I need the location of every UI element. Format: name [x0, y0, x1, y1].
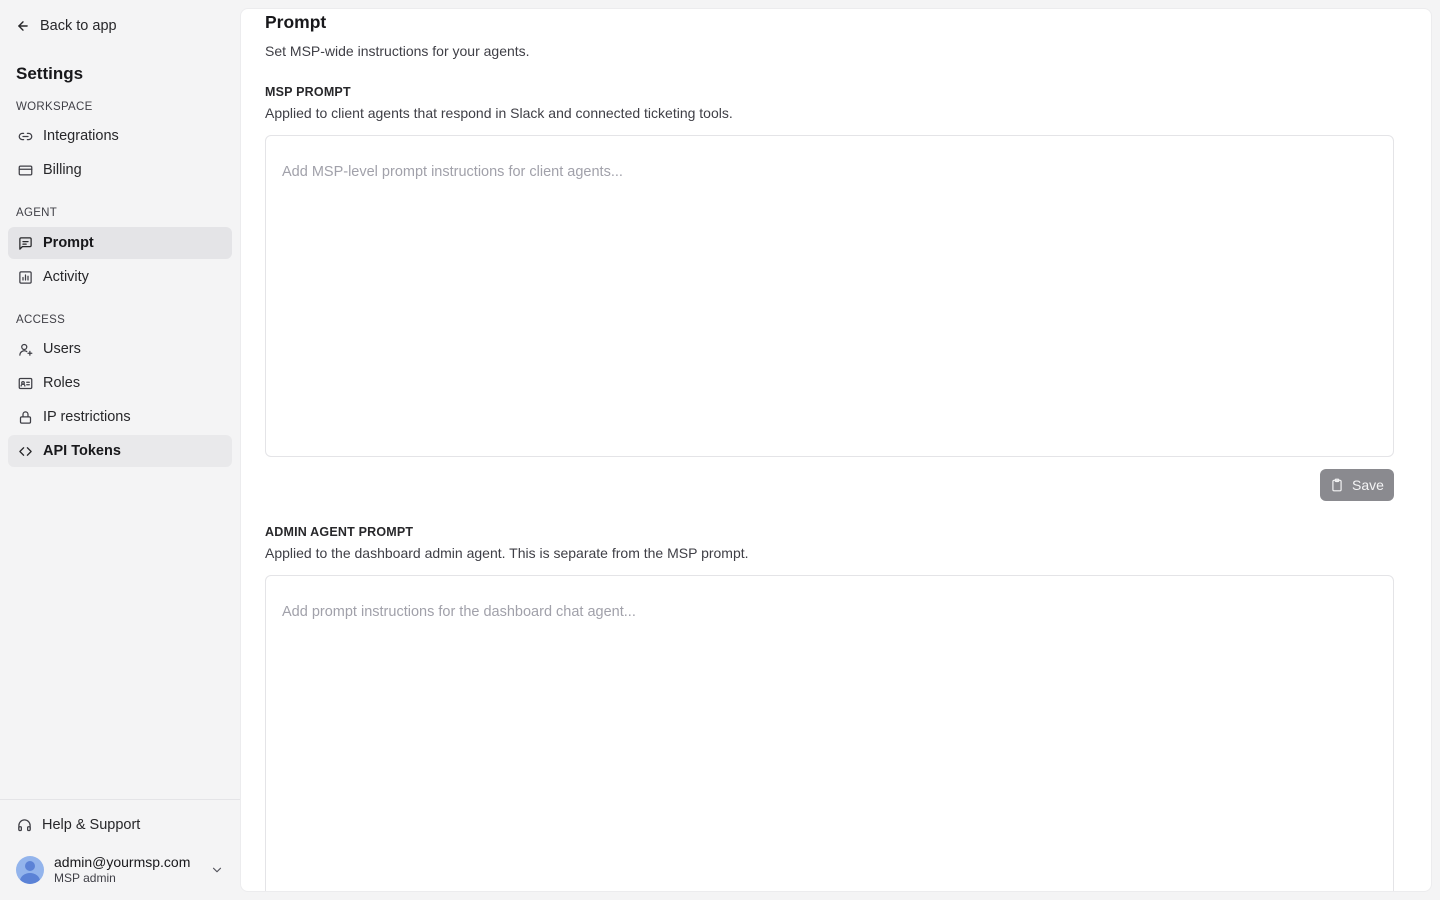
back-to-app-label: Back to app: [40, 18, 117, 34]
user-plus-icon: [17, 341, 33, 357]
save-button[interactable]: Save: [1320, 469, 1394, 501]
headphones-icon: [18, 818, 31, 831]
page-title: Prompt: [265, 12, 327, 32]
sidebar-item-ip-restrictions[interactable]: IP restrictions: [8, 401, 232, 433]
msp-prompt-label: MSP PROMPT: [265, 85, 351, 99]
sidebar-item-integrations[interactable]: Integrations: [8, 120, 232, 152]
id-card-icon: [17, 375, 33, 391]
settings-sidebar: Back to app Settings WORKSPACE Integrati…: [0, 0, 240, 900]
clipboard-icon: [1332, 478, 1342, 492]
sidebar-item-label: Users: [43, 341, 81, 357]
sidebar-item-roles[interactable]: Roles: [8, 367, 232, 399]
sidebar-item-label: Billing: [43, 162, 82, 178]
back-to-app-link[interactable]: Back to app: [16, 15, 117, 37]
admin-prompt-description: Applied to the dashboard admin agent. Th…: [265, 545, 749, 561]
chart-icon: [17, 269, 33, 285]
sidebar-item-label: Prompt: [43, 235, 94, 251]
sidebar-item-api-tokens[interactable]: API Tokens: [8, 435, 232, 467]
avatar: [16, 856, 44, 884]
sidebar-item-billing[interactable]: Billing: [8, 154, 232, 186]
admin-prompt-textarea[interactable]: [265, 575, 1394, 891]
sidebar-item-label: Roles: [43, 375, 81, 391]
sidebar-title: Settings: [16, 64, 84, 83]
help-support-label: Help & Support: [42, 817, 141, 833]
link-icon: [17, 128, 33, 144]
lock-icon: [17, 409, 33, 425]
message-square-icon: [17, 235, 33, 251]
msp-prompt-textarea[interactable]: [265, 135, 1394, 457]
section-label-agent: AGENT: [16, 207, 58, 219]
sidebar-item-label: Activity: [43, 269, 89, 285]
sidebar-item-users[interactable]: Users: [8, 333, 232, 365]
user-menu[interactable]: admin@yourmsp.com MSP admin: [8, 848, 232, 892]
sidebar-footer: Help & Support admin@yourmsp.com MSP adm…: [0, 799, 240, 900]
save-button-label: Save: [1352, 477, 1384, 493]
chevron-down-icon: [212, 867, 222, 873]
user-email: admin@yourmsp.com: [54, 854, 191, 870]
section-label-workspace: WORKSPACE: [16, 101, 93, 113]
msp-prompt-description: Applied to client agents that respond in…: [265, 105, 733, 121]
main-panel: Prompt Set MSP-wide instructions for you…: [240, 8, 1432, 892]
sidebar-item-label: IP restrictions: [43, 409, 131, 425]
arrow-left-icon: [18, 21, 28, 31]
sidebar-item-activity[interactable]: Activity: [8, 261, 232, 293]
section-label-access: ACCESS: [16, 314, 66, 326]
page-subtitle: Set MSP-wide instructions for your agent…: [265, 43, 530, 59]
credit-card-icon: [17, 162, 33, 178]
help-support-link[interactable]: Help & Support: [8, 809, 232, 841]
sidebar-item-label: Integrations: [43, 128, 119, 144]
code-icon: [17, 443, 33, 459]
sidebar-item-label: API Tokens: [43, 443, 121, 459]
admin-prompt-label: ADMIN AGENT PROMPT: [265, 525, 414, 539]
sidebar-item-prompt[interactable]: Prompt: [8, 227, 232, 259]
user-role: MSP admin: [54, 871, 116, 885]
